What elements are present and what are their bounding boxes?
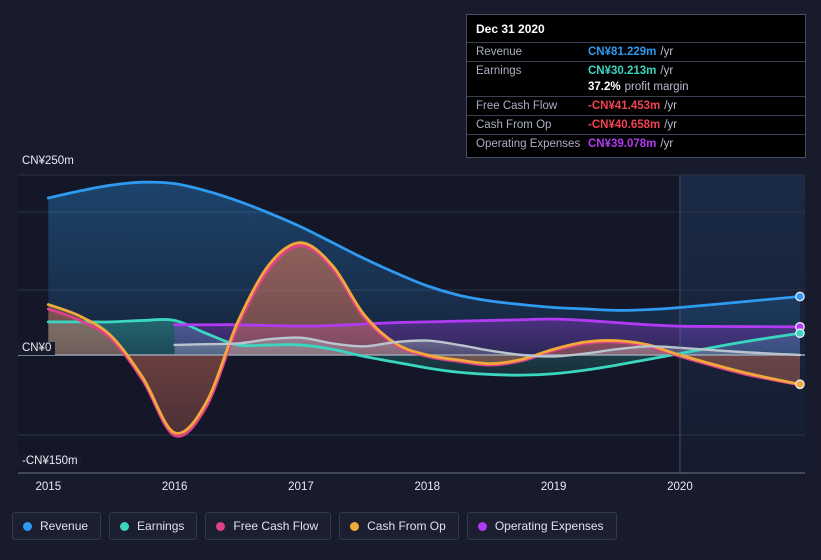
chart-legend: Revenue Earnings Free Cash Flow Cash From O… xyxy=(12,512,617,540)
tooltip-row-value: CN¥30.213m xyxy=(588,65,657,77)
y-axis-label-zero: CN¥0 xyxy=(18,342,56,355)
tooltip-row-unit: /yr xyxy=(660,138,674,150)
legend-color-dot-icon xyxy=(350,521,360,531)
legend-color-dot-icon xyxy=(477,521,487,531)
tooltip-row-label: Earnings xyxy=(476,65,522,77)
legend-color-dot-icon xyxy=(216,521,226,531)
x-axis-tick-2016: 2016 xyxy=(161,481,188,493)
tooltip-row-unit: /yr xyxy=(664,119,678,131)
tooltip-row-value: 37.2% xyxy=(588,81,621,93)
tooltip-row-value: CN¥81.229m xyxy=(588,46,657,58)
x-axis-tick-2019: 2019 xyxy=(540,481,567,493)
tooltip-row: Cash From Op -CN¥40.658m/yr xyxy=(467,115,805,134)
legend-item-earnings[interactable]: Earnings xyxy=(109,512,198,540)
tooltip-row: Free Cash Flow -CN¥41.453m/yr xyxy=(467,96,805,115)
legend-color-dot-icon xyxy=(120,521,130,531)
tooltip-date: Dec 31 2020 xyxy=(476,22,545,36)
y-axis-label-bottom: -CN¥150m xyxy=(18,455,82,468)
y-axis-label-top: CN¥250m xyxy=(18,155,78,168)
tooltip-row-value: CN¥39.078m xyxy=(588,138,657,150)
legend-item-label: Operating Expenses xyxy=(494,519,604,533)
tooltip-row-unit: profit margin xyxy=(624,81,689,93)
legend-item-label: Earnings xyxy=(137,519,185,533)
tooltip-rows: Revenue CN¥81.229m/yr Earnings CN¥30.213m/y… xyxy=(467,42,805,153)
x-axis-tick-2015: 2015 xyxy=(35,481,62,493)
chart-tooltip: Dec 31 2020 Revenue CN¥81.229m/yr Earnings… xyxy=(466,14,806,158)
legend-item-operating-expenses[interactable]: Operating Expenses xyxy=(466,512,617,540)
legend-item-label: Free Cash Flow xyxy=(233,519,319,533)
tooltip-row-unit: /yr xyxy=(660,46,674,58)
legend-item-cash-from-op[interactable]: Cash From Op xyxy=(339,512,459,540)
tooltip-row-unit: /yr xyxy=(664,100,678,112)
tooltip-row-label: Cash From Op xyxy=(476,119,552,131)
legend-color-dot-icon xyxy=(23,521,32,531)
tooltip-row-value: -CN¥41.453m xyxy=(588,100,661,112)
tooltip-row: Earnings CN¥30.213m/yr xyxy=(467,61,805,80)
tooltip-row-unit: /yr xyxy=(660,65,674,77)
x-axis-tick-2020: 2020 xyxy=(667,481,693,493)
tooltip-row-label: Operating Expenses xyxy=(476,138,581,150)
legend-item-label: Cash From Op xyxy=(367,519,446,533)
tooltip-row: Revenue CN¥81.229m/yr xyxy=(467,42,805,61)
tooltip-row-value: -CN¥40.658m xyxy=(588,119,661,131)
legend-item-free-cash-flow[interactable]: Free Cash Flow xyxy=(205,512,332,540)
legend-item-label: Revenue xyxy=(40,519,89,533)
tooltip-row: Operating Expenses CN¥39.078m/yr xyxy=(467,134,805,153)
tooltip-row: 37.2% profit margin xyxy=(467,80,805,96)
tooltip-row-label: Free Cash Flow xyxy=(476,100,558,112)
x-axis-tick-2018: 2018 xyxy=(414,481,441,493)
legend-item-revenue[interactable]: Revenue xyxy=(12,512,102,540)
tooltip-row-label: Revenue xyxy=(476,46,523,58)
x-axis-tick-2017: 2017 xyxy=(288,481,314,493)
